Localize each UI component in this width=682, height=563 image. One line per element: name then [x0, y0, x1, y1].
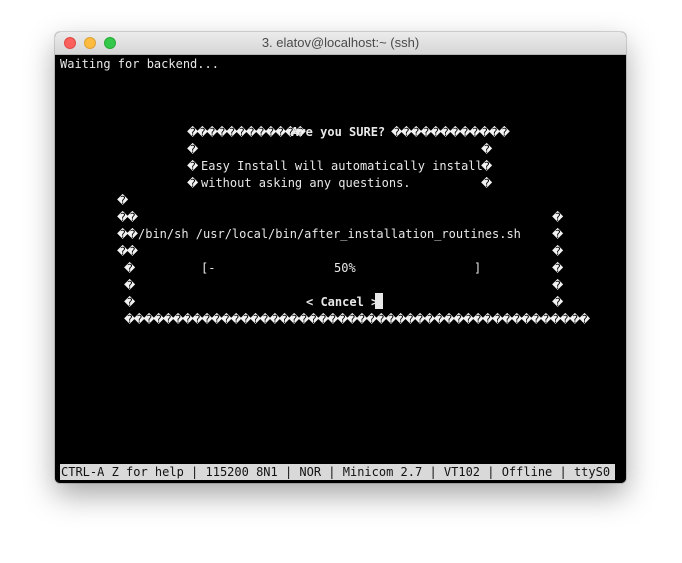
terminal-window: 3. elatov@localhost:~ (ssh) Waiting for …	[55, 32, 626, 483]
waiting-message: Waiting for backend...	[60, 57, 219, 71]
progress-bar-left: [-	[201, 261, 216, 275]
gauge-border-glyph: �	[552, 245, 564, 258]
gauge-border-glyph: ��	[117, 228, 138, 241]
gauge-border-glyph: ��	[117, 211, 138, 224]
gauge-border-glyph: ��	[117, 245, 138, 258]
cancel-button[interactable]: < Cancel >	[306, 294, 378, 311]
gauge-border-glyph: �	[124, 296, 136, 309]
gauge-border-glyph: �	[124, 279, 136, 292]
minicom-status-bar: CTRL-A Z for help | 115200 8N1 | NOR | M…	[60, 464, 615, 480]
gauge-border-glyph: �	[117, 194, 129, 207]
dialog-title: Are you SURE?	[284, 125, 393, 139]
dialog-border-glyph: �	[481, 143, 493, 156]
dialog-border-glyph: �	[481, 177, 493, 190]
dialog-border-glyph: �	[187, 160, 199, 173]
terminal-screen[interactable]: Waiting for backend... ������������ Are …	[55, 55, 626, 483]
gauge-border-glyph: �	[552, 211, 564, 224]
title-bar: 3. elatov@localhost:~ (ssh)	[55, 32, 626, 55]
dialog-message-line1: Easy Install will automatically install	[201, 159, 483, 173]
dialog-top-border-right: ������������	[391, 126, 510, 139]
progress-percent: 50%	[334, 261, 356, 275]
gauge-bottom-border: ����������������������������������������…	[124, 313, 590, 326]
gauge-border-glyph: �	[552, 279, 564, 292]
gauge-command: /bin/sh /usr/local/bin/after_installatio…	[138, 227, 521, 241]
gauge-border-glyph: �	[124, 262, 136, 275]
dialog-border-glyph: �	[187, 143, 199, 156]
dialog-border-glyph: �	[481, 160, 493, 173]
text-cursor	[375, 293, 383, 309]
dialog-message-line2: without asking any questions.	[201, 176, 411, 190]
dialog-border-glyph: �	[187, 177, 199, 190]
gauge-border-glyph: �	[552, 296, 564, 309]
window-title: 3. elatov@localhost:~ (ssh)	[261, 35, 420, 50]
gauge-border-glyph: �	[552, 228, 564, 241]
gauge-border-glyph: �	[552, 262, 564, 275]
progress-bar-right: ]	[474, 261, 482, 275]
